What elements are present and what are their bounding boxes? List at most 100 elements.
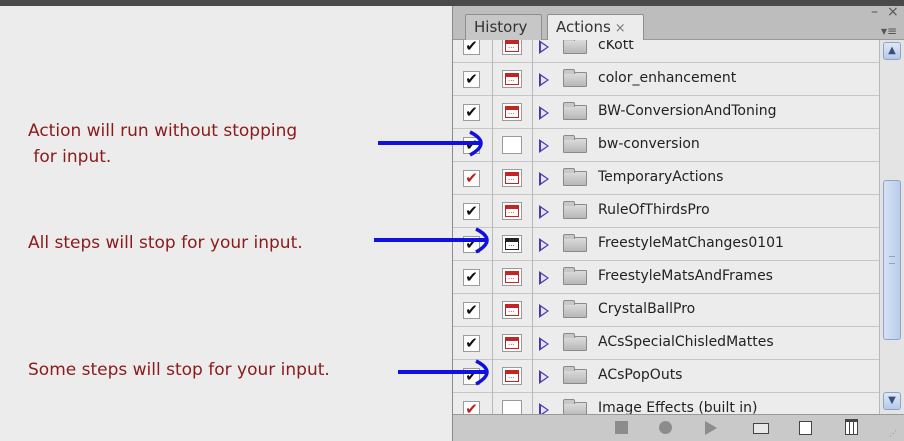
dialog-toggle-icon[interactable]: ··· [502, 301, 522, 319]
dialog-toggle-cell: ··· [493, 40, 533, 63]
action-set-label: CrystalBallPro [598, 301, 696, 317]
tab-actions-label: Actions [556, 18, 611, 36]
dialog-toggle-cell: ··· [493, 162, 533, 195]
minimize-icon[interactable]: – [871, 5, 878, 19]
dialog-toggle-icon[interactable]: ··· [502, 400, 522, 414]
menu-lines-icon[interactable]: ▾≡ [881, 24, 897, 38]
expand-triangle-icon[interactable] [539, 205, 549, 219]
dialog-toggle-icon[interactable]: ··· [502, 70, 522, 88]
action-row[interactable]: ✔ ··· Image Effects (built in) [453, 393, 879, 414]
resize-grip-icon[interactable]: ⋰ [889, 429, 897, 438]
action-row[interactable]: ✔ ··· color_enhancement [453, 63, 879, 96]
dialog-toggle-cell: ··· [493, 63, 533, 96]
folder-icon [563, 40, 587, 54]
dialog-toggle-icon[interactable]: ··· [502, 268, 522, 286]
new-action-icon[interactable] [799, 421, 812, 435]
action-set-label: BW-ConversionAndToning [598, 103, 777, 119]
action-row[interactable]: ✔ ··· cKott [453, 40, 879, 63]
expand-triangle-icon[interactable] [539, 139, 549, 153]
folder-icon [563, 234, 587, 252]
new-set-icon[interactable] [753, 423, 769, 434]
action-set-label: FreestyleMatChanges0101 [598, 235, 784, 251]
checkmark-icon[interactable]: ✔ [463, 401, 480, 414]
action-set-label: RuleOfThirdsPro [598, 202, 710, 218]
checkmark-icon[interactable]: ✔ [463, 269, 480, 286]
expand-triangle-icon[interactable] [539, 403, 549, 414]
checkmark-icon[interactable]: ✔ [463, 40, 480, 55]
dialog-toggle-icon[interactable]: ··· [502, 367, 522, 385]
dialog-toggle-cell: ··· [493, 129, 533, 162]
annotation-all-steps-stop: All steps will stop for your input. [28, 233, 303, 253]
checkmark-icon[interactable]: ✔ [463, 368, 480, 385]
checkmark-icon[interactable]: ✔ [463, 137, 480, 154]
folder-icon [563, 168, 587, 186]
play-icon[interactable] [705, 421, 717, 435]
toggle-cell: ✔ [453, 96, 493, 129]
action-row[interactable]: ✔ ··· BW-ConversionAndToning [453, 96, 879, 129]
toggle-cell: ✔ [453, 40, 493, 63]
stop-icon[interactable] [615, 421, 628, 434]
dialog-toggle-icon[interactable]: ··· [502, 103, 522, 121]
checkmark-icon[interactable]: ✔ [463, 335, 480, 352]
dialog-toggle-icon[interactable]: ··· [502, 334, 522, 352]
expand-triangle-icon[interactable] [539, 271, 549, 285]
expand-triangle-icon[interactable] [539, 304, 549, 318]
action-row[interactable]: ✔ ··· ACsSpecialChisledMattes [453, 327, 879, 360]
tab-history-label: History [474, 18, 528, 36]
scrollbar-thumb[interactable] [883, 180, 901, 340]
dialog-toggle-icon[interactable]: ··· [502, 202, 522, 220]
tab-close-icon[interactable]: × [615, 21, 626, 36]
tab-history[interactable]: History [465, 14, 542, 40]
checkmark-icon[interactable]: ✔ [463, 71, 480, 88]
toggle-cell: ✔ [453, 228, 493, 261]
expand-triangle-icon[interactable] [539, 370, 549, 384]
checkmark-icon[interactable]: ✔ [463, 170, 480, 187]
action-set-label: FreestyleMatsAndFrames [598, 268, 773, 284]
scroll-up-icon[interactable]: ▲ [883, 42, 901, 60]
tab-actions[interactable]: Actions × [547, 14, 644, 41]
action-row[interactable]: ✔ ··· bw-conversion [453, 129, 879, 162]
expand-triangle-icon[interactable] [539, 106, 549, 120]
expand-triangle-icon[interactable] [539, 73, 549, 87]
action-set-label: ACsPopOuts [598, 367, 683, 383]
expand-triangle-icon[interactable] [539, 238, 549, 252]
action-row[interactable]: ✔ ··· ACsPopOuts [453, 360, 879, 393]
action-row[interactable]: ✔ ··· FreestyleMatsAndFrames [453, 261, 879, 294]
checkmark-icon[interactable]: ✔ [463, 236, 480, 253]
toggle-cell: ✔ [453, 360, 493, 393]
record-icon[interactable] [659, 421, 672, 434]
dialog-toggle-cell: ··· [493, 393, 533, 414]
actions-list: ✔ ··· cKott ✔ ··· color_enhancement ✔ ··· BW-Con… [453, 40, 879, 414]
dialog-toggle-cell: ··· [493, 360, 533, 393]
expand-triangle-icon[interactable] [539, 337, 549, 351]
action-set-label: ACsSpecialChisledMattes [598, 334, 774, 350]
action-row[interactable]: ✔ ··· RuleOfThirdsPro [453, 195, 879, 228]
expand-triangle-icon[interactable] [539, 40, 549, 54]
action-set-label: cKott [598, 40, 634, 53]
toggle-cell: ✔ [453, 261, 493, 294]
scrollbar[interactable]: ▲ ▼ [879, 40, 904, 414]
folder-icon [563, 102, 587, 120]
dialog-toggle-icon[interactable]: ··· [502, 235, 522, 253]
expand-triangle-icon[interactable] [539, 172, 549, 186]
folder-icon [563, 366, 587, 384]
close-icon[interactable]: × [887, 5, 899, 19]
scroll-down-icon[interactable]: ▼ [883, 392, 901, 410]
panel-bottom-toolbar: ⋰ [453, 414, 904, 441]
folder-icon [563, 300, 587, 318]
checkmark-icon[interactable]: ✔ [463, 302, 480, 319]
action-row[interactable]: ✔ ··· TemporaryActions [453, 162, 879, 195]
dialog-toggle-cell: ··· [493, 327, 533, 360]
checkmark-icon[interactable]: ✔ [463, 104, 480, 121]
dialog-toggle-icon[interactable]: ··· [502, 136, 522, 154]
dialog-toggle-icon[interactable]: ··· [502, 40, 522, 55]
toggle-cell: ✔ [453, 195, 493, 228]
action-row[interactable]: ✔ ··· FreestyleMatChanges0101 [453, 228, 879, 261]
checkmark-icon[interactable]: ✔ [463, 203, 480, 220]
trash-icon[interactable] [845, 419, 858, 435]
dialog-toggle-icon[interactable]: ··· [502, 169, 522, 187]
action-row[interactable]: ✔ ··· CrystalBallPro [453, 294, 879, 327]
folder-icon [563, 399, 587, 414]
toggle-cell: ✔ [453, 129, 493, 162]
folder-icon [563, 69, 587, 87]
